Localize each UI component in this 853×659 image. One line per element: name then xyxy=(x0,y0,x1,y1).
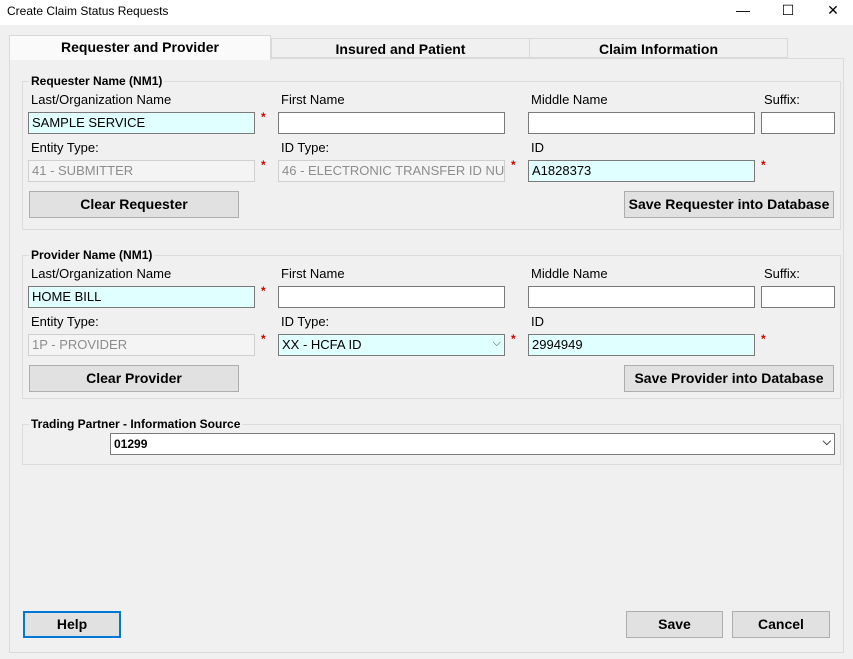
provider-id-type-select[interactable]: XX - HCFA ID ⌵ xyxy=(278,334,505,356)
help-button[interactable]: Help xyxy=(23,611,121,638)
clear-requester-button[interactable]: Clear Requester xyxy=(29,191,239,218)
requester-suffix-label: Suffix: xyxy=(764,92,800,107)
trading-partner-group-title: Trading Partner - Information Source xyxy=(29,417,243,431)
requester-suffix-field[interactable] xyxy=(761,112,835,134)
provider-last-name-label: Last/Organization Name xyxy=(31,266,172,281)
maximize-button[interactable]: ☐ xyxy=(765,0,811,22)
tab-insured-and-patient[interactable]: Insured and Patient xyxy=(271,38,530,58)
requester-first-name-label: First Name xyxy=(281,92,345,107)
provider-id-type-label: ID Type: xyxy=(281,314,330,329)
provider-id-label: ID xyxy=(531,314,544,329)
requester-id-type-label: ID Type: xyxy=(281,140,330,155)
requester-last-name-field[interactable]: SAMPLE SERVICE xyxy=(28,112,255,134)
tab-requester-and-provider[interactable]: Requester and Provider xyxy=(9,35,271,60)
requester-middle-name-field[interactable] xyxy=(528,112,755,134)
requester-id-type-field: 46 - ELECTRONIC TRANSFER ID NU xyxy=(278,160,505,182)
requester-entity-type-field: 41 - SUBMITTER xyxy=(28,160,255,182)
chevron-down-icon[interactable]: ⌵ xyxy=(493,335,501,351)
cancel-button[interactable]: Cancel xyxy=(732,611,830,638)
provider-id-field[interactable]: 2994949 xyxy=(528,334,755,356)
provider-first-name-label: First Name xyxy=(281,266,345,281)
close-button[interactable]: ✕ xyxy=(810,0,853,22)
title-bar: Create Claim Status Requests — ☐ ✕ xyxy=(0,0,853,25)
requester-group-title: Requester Name (NM1) xyxy=(29,74,165,88)
requester-first-name-field[interactable] xyxy=(278,112,505,134)
required-marker: * xyxy=(261,158,266,172)
requester-middle-name-label: Middle Name xyxy=(531,92,608,107)
provider-middle-name-field[interactable] xyxy=(528,286,755,308)
provider-entity-type-field: 1P - PROVIDER xyxy=(28,334,255,356)
provider-entity-type-label: Entity Type: xyxy=(31,314,99,329)
requester-id-label: ID xyxy=(531,140,544,155)
required-marker: * xyxy=(261,110,266,124)
provider-suffix-field[interactable] xyxy=(761,286,835,308)
minimize-button[interactable]: — xyxy=(720,0,766,22)
required-marker: * xyxy=(761,158,766,172)
requester-entity-type-label: Entity Type: xyxy=(31,140,99,155)
provider-last-name-field[interactable]: HOME BILL xyxy=(28,286,255,308)
save-button[interactable]: Save xyxy=(626,611,723,638)
trading-partner-value: 01299 xyxy=(114,437,148,451)
tab-claim-information[interactable]: Claim Information xyxy=(529,38,788,58)
required-marker: * xyxy=(261,332,266,346)
required-marker: * xyxy=(761,332,766,346)
window-title: Create Claim Status Requests xyxy=(7,4,169,18)
required-marker: * xyxy=(511,158,516,172)
required-marker: * xyxy=(511,332,516,346)
requester-last-name-label: Last/Organization Name xyxy=(31,92,172,107)
required-marker: * xyxy=(261,284,266,298)
provider-first-name-field[interactable] xyxy=(278,286,505,308)
clear-provider-button[interactable]: Clear Provider xyxy=(29,365,239,392)
chevron-down-icon[interactable]: ⌵ xyxy=(823,434,831,450)
trading-partner-select[interactable]: 01299 ⌵ xyxy=(110,433,835,455)
requester-id-field[interactable]: A1828373 xyxy=(528,160,755,182)
provider-suffix-label: Suffix: xyxy=(764,266,800,281)
provider-group-title: Provider Name (NM1) xyxy=(29,248,155,262)
provider-middle-name-label: Middle Name xyxy=(531,266,608,281)
save-provider-button[interactable]: Save Provider into Database xyxy=(624,365,834,392)
save-requester-button[interactable]: Save Requester into Database xyxy=(624,191,834,218)
provider-id-type-value: XX - HCFA ID xyxy=(282,337,362,352)
